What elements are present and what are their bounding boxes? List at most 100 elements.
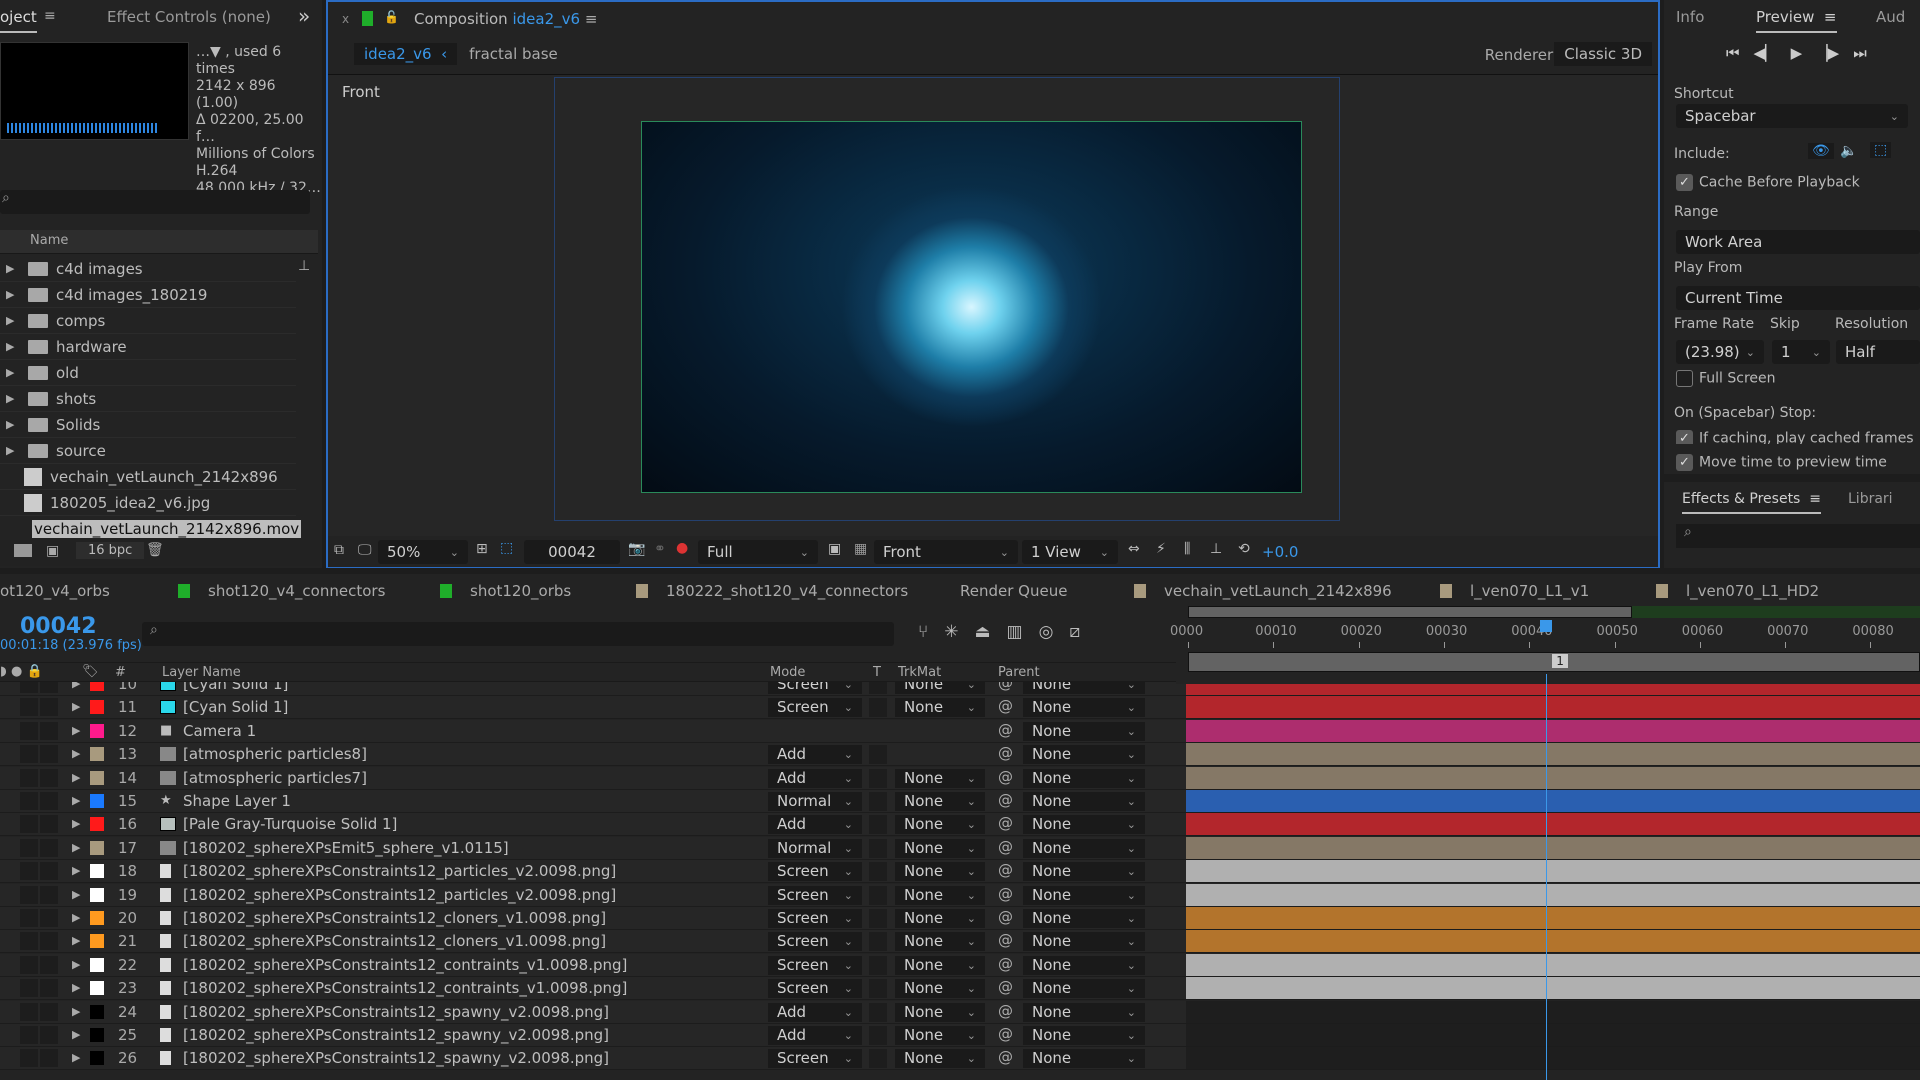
track-matte-preserve[interactable] — [869, 838, 887, 858]
video-switch[interactable] — [20, 909, 38, 927]
resolution-dropdown[interactable]: Full ⌄ — [698, 540, 818, 564]
parent-dropdown[interactable]: None ⌄ — [1023, 932, 1145, 952]
shy-layers-icon[interactable]: ⏏ — [974, 622, 990, 642]
layer-row[interactable]: ▶ 13 [atmospheric particles8] Add ⌄ @ None ⌄ — [0, 743, 1920, 767]
expand-arrow-icon[interactable]: ▶ — [6, 366, 22, 379]
video-switch[interactable] — [20, 1026, 38, 1044]
solo-switch[interactable] — [40, 768, 58, 787]
range-dropdown[interactable]: Work Area — [1676, 230, 1920, 254]
layer-name[interactable]: [180202_sphereXPsEmit5_sphere_v1.0115] — [183, 839, 509, 858]
layer-duration-bar[interactable] — [1186, 907, 1920, 929]
timeline-tab[interactable]: l_ven070_L1_HD2 — [1656, 582, 1819, 600]
trkmat-dropdown[interactable]: None ⌄ — [895, 885, 985, 905]
parent-dropdown[interactable]: None ⌄ — [1023, 862, 1145, 882]
label-color[interactable] — [90, 1004, 104, 1019]
viewer[interactable]: Front — [328, 74, 1658, 536]
track-matte-preserve[interactable] — [869, 862, 887, 882]
pick-whip-icon[interactable]: @ — [998, 1025, 1013, 1044]
layer-name[interactable]: [Pale Gray-Turquoise Solid 1] — [183, 815, 397, 834]
layer-row[interactable]: ▶ 23 [180202_sphereXPsConstraints12_contra… — [0, 977, 1920, 1001]
label-color[interactable] — [90, 700, 104, 715]
solo-switch[interactable] — [40, 1049, 58, 1068]
trash-icon[interactable]: 🗑 — [146, 542, 164, 558]
motion-blur-icon[interactable]: ◎ — [1039, 622, 1054, 642]
pick-whip-icon[interactable]: @ — [998, 1002, 1013, 1021]
pick-whip-icon[interactable]: @ — [998, 1048, 1013, 1067]
expand-arrow-icon[interactable]: ▶ — [72, 888, 80, 907]
expand-arrow-icon[interactable]: ▶ — [72, 817, 80, 836]
solo-switch[interactable] — [40, 909, 58, 927]
composition-mini-flowchart-icon[interactable]: ⑂ — [918, 622, 928, 642]
pick-whip-icon[interactable]: @ — [998, 885, 1013, 904]
trkmat-dropdown[interactable]: None ⌄ — [895, 979, 985, 999]
layer-duration-bar[interactable] — [1186, 977, 1920, 1000]
solo-switch[interactable] — [40, 721, 58, 740]
parent-dropdown[interactable]: None ⌄ — [1023, 979, 1145, 999]
expand-arrow-icon[interactable]: ▶ — [72, 981, 80, 1000]
show-snapshot-icon[interactable]: ⚭ — [654, 541, 666, 557]
parent-dropdown[interactable]: None ⌄ — [1023, 1026, 1145, 1045]
expand-arrow-icon[interactable]: ▶ — [72, 841, 80, 860]
video-switch[interactable] — [20, 885, 38, 904]
mode-dropdown[interactable]: Normal ⌄ — [768, 792, 862, 811]
solo-switch[interactable] — [40, 885, 58, 904]
resolution-dropdown[interactable]: Half — [1836, 340, 1920, 364]
layer-duration-bar[interactable] — [1186, 813, 1920, 836]
label-color[interactable] — [90, 887, 104, 902]
label-color[interactable] — [90, 1028, 104, 1042]
mode-dropdown[interactable]: Screen ⌄ — [768, 932, 862, 952]
layer-duration-bar[interactable] — [1186, 953, 1920, 976]
fast-previews-icon[interactable]: ⚡ — [1156, 541, 1166, 557]
pick-whip-icon[interactable]: @ — [998, 931, 1013, 950]
toggle-pixel-aspect-icon[interactable]: ⇔ — [1128, 541, 1140, 557]
timeline-tab[interactable]: 180222_shot120_v4_connectors — [636, 582, 908, 600]
tab-project[interactable]: oject — [0, 8, 37, 33]
tab-effects-presets[interactable]: Effects & Presets ≡ — [1682, 491, 1821, 514]
layer-name[interactable]: [180202_sphereXPsConstraints12_cloners_v… — [183, 932, 606, 951]
layer-name[interactable]: [180202_sphereXPsConstraints12_spawny_v2… — [183, 1026, 609, 1045]
parent-dropdown[interactable]: None ⌄ — [1023, 838, 1145, 858]
expand-arrow-icon[interactable]: ▶ — [72, 1028, 80, 1047]
layer-name[interactable]: [180202_sphereXPsConstraints12_contraint… — [183, 956, 627, 975]
layer-row[interactable]: ▶ 26 [180202_sphereXPsConstraints12_spawny… — [0, 1047, 1920, 1071]
track-matte-preserve[interactable] — [869, 815, 887, 835]
flowchart-icon[interactable]: ⊥ — [298, 258, 310, 274]
mode-dropdown[interactable]: Screen ⌄ — [768, 698, 862, 718]
layer-row[interactable]: ▶ 22 [180202_sphereXPsConstraints12_contra… — [0, 953, 1920, 977]
play-from-dropdown[interactable]: Current Time — [1676, 286, 1920, 310]
layer-duration-bar[interactable] — [1186, 1000, 1920, 1023]
video-switch[interactable] — [20, 932, 38, 951]
solo-switch[interactable] — [40, 955, 58, 974]
video-switch[interactable] — [20, 745, 38, 764]
playhead-line[interactable] — [1546, 674, 1548, 1080]
layer-name[interactable]: [180202_sphereXPsConstraints12_particles… — [183, 862, 616, 881]
layer-duration-bar[interactable] — [1186, 836, 1920, 859]
project-item[interactable]: ▶ hardware — [0, 334, 296, 360]
project-item[interactable]: ▶ shots — [0, 386, 296, 412]
mode-dropdown[interactable]: Add ⌄ — [768, 815, 862, 835]
video-switch[interactable] — [20, 815, 38, 834]
video-switch[interactable] — [20, 768, 38, 787]
solo-switch[interactable] — [40, 698, 58, 717]
expand-arrow-icon[interactable]: ▶ — [72, 724, 80, 743]
mode-dropdown[interactable]: Screen ⌄ — [768, 955, 862, 975]
layer-row[interactable]: ▶ 25 [180202_sphereXPsConstraints12_spawny… — [0, 1024, 1920, 1047]
pick-whip-icon[interactable]: @ — [998, 768, 1013, 787]
mode-dropdown[interactable]: Add ⌄ — [768, 1002, 862, 1022]
expand-arrow-icon[interactable]: ▶ — [72, 958, 80, 977]
pick-whip-icon[interactable]: @ — [998, 791, 1013, 810]
timeline-tab[interactable]: vechain_vetLaunch_2142x896 — [1134, 582, 1392, 600]
layer-row[interactable]: ▶ 21 [180202_sphereXPsConstraints12_cloner… — [0, 930, 1920, 954]
mode-dropdown[interactable]: Screen ⌄ — [768, 979, 862, 999]
layer-row[interactable]: ▶ 18 [180202_sphereXPsConstraints12_partic… — [0, 860, 1920, 884]
solo-switch[interactable] — [40, 932, 58, 951]
time-ruler[interactable]: 0000 00010 00020 00030 00040 00050 00060 00070 0… — [1170, 604, 1920, 684]
layer-name[interactable]: [180202_sphereXPsConstraints12_particles… — [183, 886, 616, 905]
layer-duration-bar[interactable] — [1186, 883, 1920, 906]
parent-dropdown[interactable]: None ⌄ — [1023, 721, 1145, 741]
label-color[interactable] — [90, 794, 104, 808]
work-area-bar[interactable] — [1188, 606, 1632, 618]
parent-dropdown[interactable]: None ⌄ — [1023, 1049, 1145, 1069]
expand-arrow-icon[interactable]: ▶ — [6, 340, 22, 353]
project-item[interactable]: ▶ c4d images — [0, 256, 296, 282]
